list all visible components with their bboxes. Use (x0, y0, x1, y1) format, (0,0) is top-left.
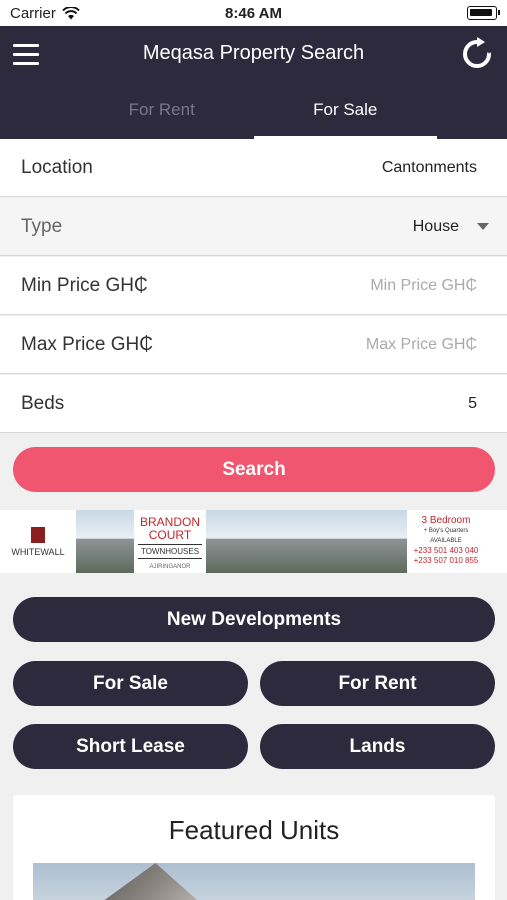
banner-court-text: BRANDON COURT TOWNHOUSES AJIRINGANOR (134, 510, 206, 573)
banner-phone-2: +233 507 010 855 (413, 556, 479, 565)
type-row[interactable]: Type House (0, 198, 507, 256)
banner-court-line3: TOWNHOUSES (138, 544, 202, 559)
max-price-row[interactable]: Max Price GH₵ Max Price GH₵ (0, 316, 507, 374)
short-lease-button[interactable]: Short Lease (13, 724, 248, 769)
lands-button[interactable]: Lands (260, 724, 495, 769)
featured-title: Featured Units (168, 815, 340, 845)
nav-bar: Meqasa Property Search For Rent For Sale (0, 26, 507, 139)
wifi-icon (62, 6, 80, 19)
min-price-label: Min Price GH₵ (21, 274, 148, 296)
featured-roof-shape (73, 863, 223, 900)
chevron-down-icon[interactable] (477, 222, 489, 230)
whitewall-logo-mark (31, 526, 45, 543)
new-developments-button[interactable]: New Developments (13, 597, 495, 642)
featured-unit-image[interactable] (33, 863, 475, 900)
banner-info-line2: + Boy's Quarters (423, 528, 469, 534)
type-label: Type (21, 215, 63, 237)
tabs: For Rent For Sale (70, 88, 437, 139)
location-label: Location (21, 156, 93, 178)
ad-banner[interactable]: WHITEWALL BRANDON COURT TOWNHOUSES AJIRI… (0, 510, 507, 573)
type-select: House (413, 218, 489, 236)
status-bar: Carrier 8:46 AM (0, 0, 507, 26)
page-title: Meqasa Property Search (142, 42, 365, 64)
beds-row[interactable]: Beds 5 (0, 375, 507, 433)
banner-logo: WHITEWALL (0, 510, 76, 573)
banner-info: 3 Bedroom + Boy's Quarters AVAILABLE +23… (407, 510, 485, 573)
beds-label: Beds (21, 392, 65, 414)
banner-image (76, 510, 134, 573)
max-price-label: Max Price GH₵ (21, 333, 153, 355)
featured-units-card: Featured Units (13, 795, 495, 900)
banner-phone-1: +233 501 403 040 (413, 546, 479, 555)
refresh-icon[interactable] (459, 36, 495, 72)
beds-value[interactable]: 5 (468, 395, 477, 413)
battery-icon (467, 6, 500, 20)
min-price-row[interactable]: Min Price GH₵ Min Price GH₵ (0, 257, 507, 315)
banner-court-line2: COURT (148, 528, 192, 542)
carrier-label: Carrier (10, 4, 56, 22)
tab-for-rent[interactable]: For Rent (70, 88, 254, 139)
banner-info-line3: AVAILABLE (430, 538, 462, 544)
min-price-input[interactable]: Min Price GH₵ (370, 277, 477, 295)
max-price-input[interactable]: Max Price GH₵ (366, 336, 477, 354)
banner-info-line1: 3 Bedroom (421, 515, 471, 526)
banner-photo (206, 510, 407, 573)
location-row[interactable]: Location Cantonments (0, 139, 507, 197)
for-rent-button[interactable]: For Rent (260, 661, 495, 706)
tab-for-sale[interactable]: For Sale (253, 88, 437, 139)
location-value[interactable]: Cantonments (382, 159, 477, 177)
search-button[interactable]: Search (13, 447, 495, 492)
banner-logo-text: WHITEWALL (11, 546, 65, 557)
type-value[interactable]: House (413, 218, 459, 235)
for-sale-button[interactable]: For Sale (13, 661, 248, 706)
banner-court-line4: AJIRINGANOR (149, 564, 191, 570)
